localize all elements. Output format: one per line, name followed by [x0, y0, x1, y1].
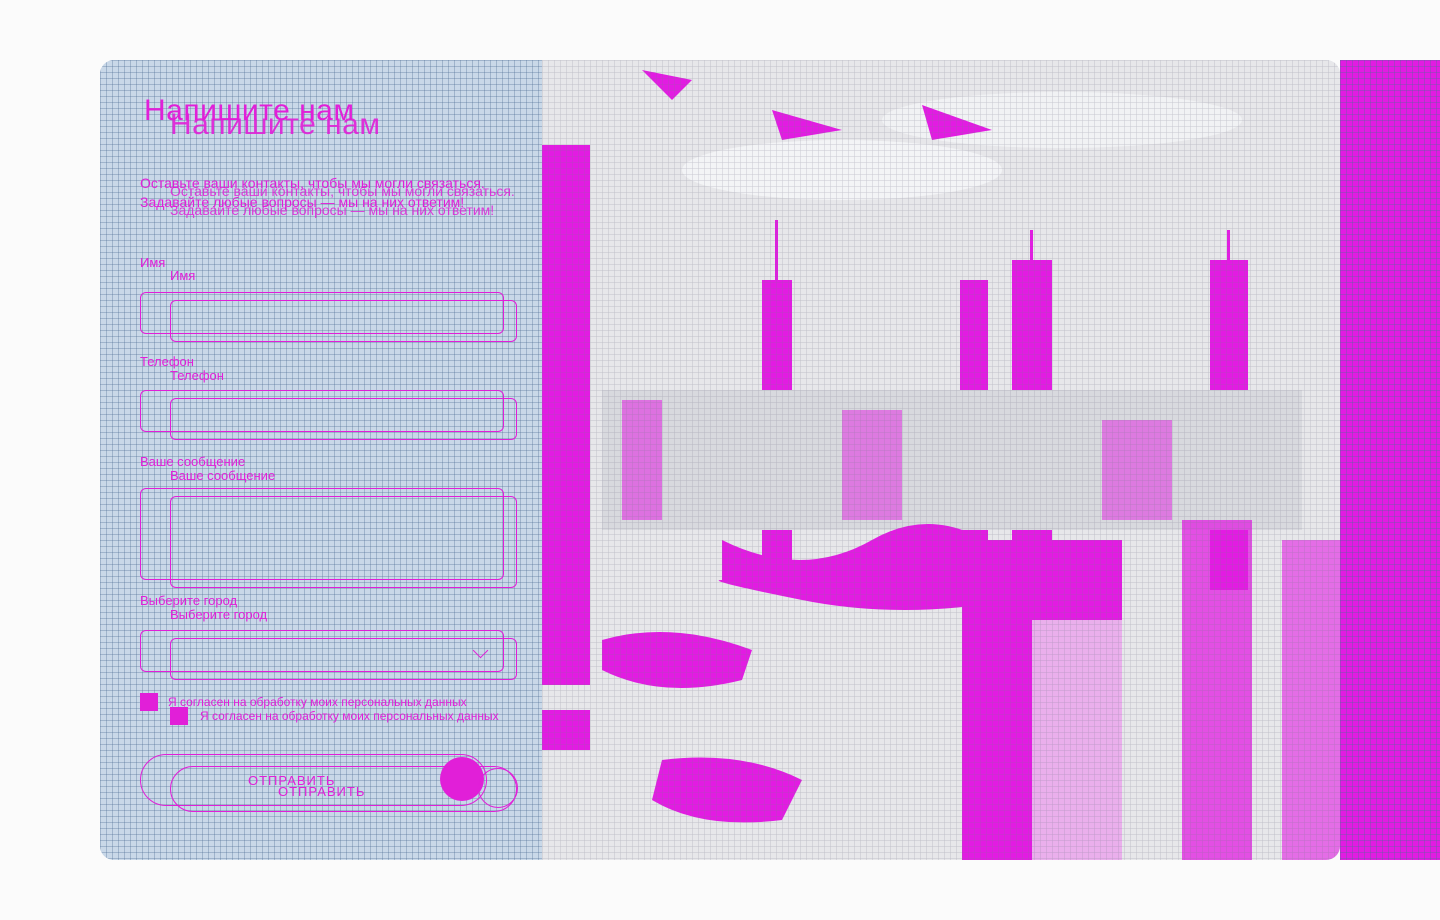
city-skyline-photo: [542, 60, 1340, 860]
arrow-circle-icon-echo: [478, 768, 518, 808]
submit-label-echo: ОТПРАВИТЬ: [278, 784, 366, 799]
name-label: Имя: [140, 255, 166, 270]
phone-label-echo: Телефон: [170, 368, 224, 383]
city-label-echo: Выберите город: [170, 607, 268, 622]
consent-checkbox[interactable]: [140, 693, 158, 711]
consent-label: Я согласен на обработку моих персональны…: [168, 695, 467, 709]
city-label: Выберите город: [140, 593, 238, 608]
arrow-circle-icon[interactable]: [440, 757, 484, 801]
city-select-echo: [170, 638, 517, 680]
consent-checkbox-echo: [170, 707, 188, 725]
message-label: Ваше сообщение: [140, 454, 246, 469]
message-textarea-echo: [170, 496, 517, 588]
message-label-echo: Ваше сообщение: [170, 468, 276, 483]
contact-form-panel: Напишите нам Напишите нам Оставьте ваши …: [100, 60, 542, 860]
consent-label-echo: Я согласен на обработку моих персональны…: [200, 709, 499, 723]
phone-input-echo: [170, 398, 517, 440]
decorative-side-strip: [1340, 60, 1440, 860]
phone-label: Телефон: [140, 354, 194, 369]
name-label-echo: Имя: [170, 268, 196, 283]
name-input-echo: [170, 300, 517, 342]
form-description-echo: Оставьте ваши контакты, чтобы мы могли с…: [170, 183, 515, 218]
form-title-echo: Напишите нам: [170, 108, 381, 141]
contact-card: Напишите нам Напишите нам Оставьте ваши …: [100, 60, 1340, 860]
skyline-illustration: [542, 60, 1340, 860]
